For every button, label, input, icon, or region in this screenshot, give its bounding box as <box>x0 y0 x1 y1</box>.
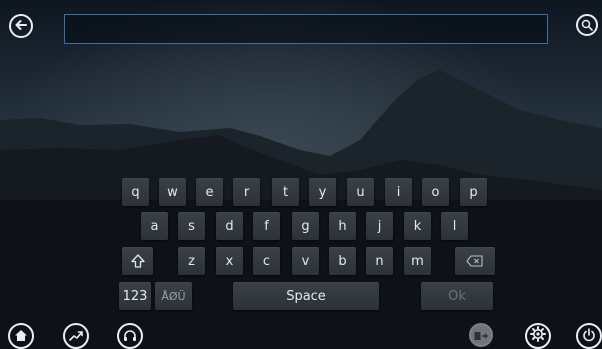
numbers-key[interactable]: 123 <box>119 282 151 310</box>
ok-key[interactable]: Ok <box>421 282 493 310</box>
headphones-icon <box>123 327 137 346</box>
key-t[interactable]: t <box>272 178 299 206</box>
key-i[interactable]: i <box>385 178 412 206</box>
power-icon <box>582 327 596 346</box>
key-b[interactable]: b <box>329 247 356 275</box>
shift-key[interactable] <box>122 247 153 275</box>
key-v[interactable]: v <box>292 247 319 275</box>
key-j[interactable]: j <box>366 212 393 240</box>
key-h[interactable]: h <box>329 212 356 240</box>
settings-button[interactable] <box>525 323 551 349</box>
key-g[interactable]: g <box>292 212 319 240</box>
key-p[interactable]: p <box>460 178 487 206</box>
key-s[interactable]: s <box>178 212 205 240</box>
key-w[interactable]: w <box>159 178 186 206</box>
key-l[interactable]: l <box>441 212 468 240</box>
trend-icon <box>69 327 83 346</box>
key-m[interactable]: m <box>404 247 431 275</box>
trend-button[interactable] <box>63 323 89 349</box>
space-key[interactable]: Space <box>233 282 379 310</box>
power-button[interactable] <box>576 323 602 349</box>
search-button[interactable] <box>576 14 598 36</box>
key-y[interactable]: y <box>309 178 336 206</box>
key-f[interactable]: f <box>253 212 280 240</box>
headphones-button[interactable] <box>117 323 143 349</box>
key-q[interactable]: q <box>122 178 149 206</box>
home-icon <box>14 327 28 346</box>
key-z[interactable]: z <box>178 247 205 275</box>
key-u[interactable]: u <box>347 178 374 206</box>
search-icon <box>581 16 593 35</box>
key-e[interactable]: e <box>196 178 223 206</box>
backspace-icon <box>466 255 484 267</box>
key-k[interactable]: k <box>404 212 431 240</box>
back-arrow-icon <box>14 17 28 36</box>
input-source-button[interactable] <box>469 323 493 347</box>
accents-key[interactable]: ÅØÜ <box>155 282 192 310</box>
back-button[interactable] <box>9 14 33 38</box>
search-input[interactable] <box>64 14 548 44</box>
backspace-key[interactable] <box>455 247 495 275</box>
key-d[interactable]: d <box>216 212 243 240</box>
key-c[interactable]: c <box>253 247 280 275</box>
key-x[interactable]: x <box>216 247 243 275</box>
key-a[interactable]: a <box>141 212 168 240</box>
gear-icon <box>530 326 546 346</box>
home-button[interactable] <box>8 323 34 349</box>
input-source-icon <box>474 326 488 345</box>
key-o[interactable]: o <box>422 178 449 206</box>
shift-arrow-icon <box>130 253 146 269</box>
key-n[interactable]: n <box>366 247 393 275</box>
key-r[interactable]: r <box>233 178 260 206</box>
